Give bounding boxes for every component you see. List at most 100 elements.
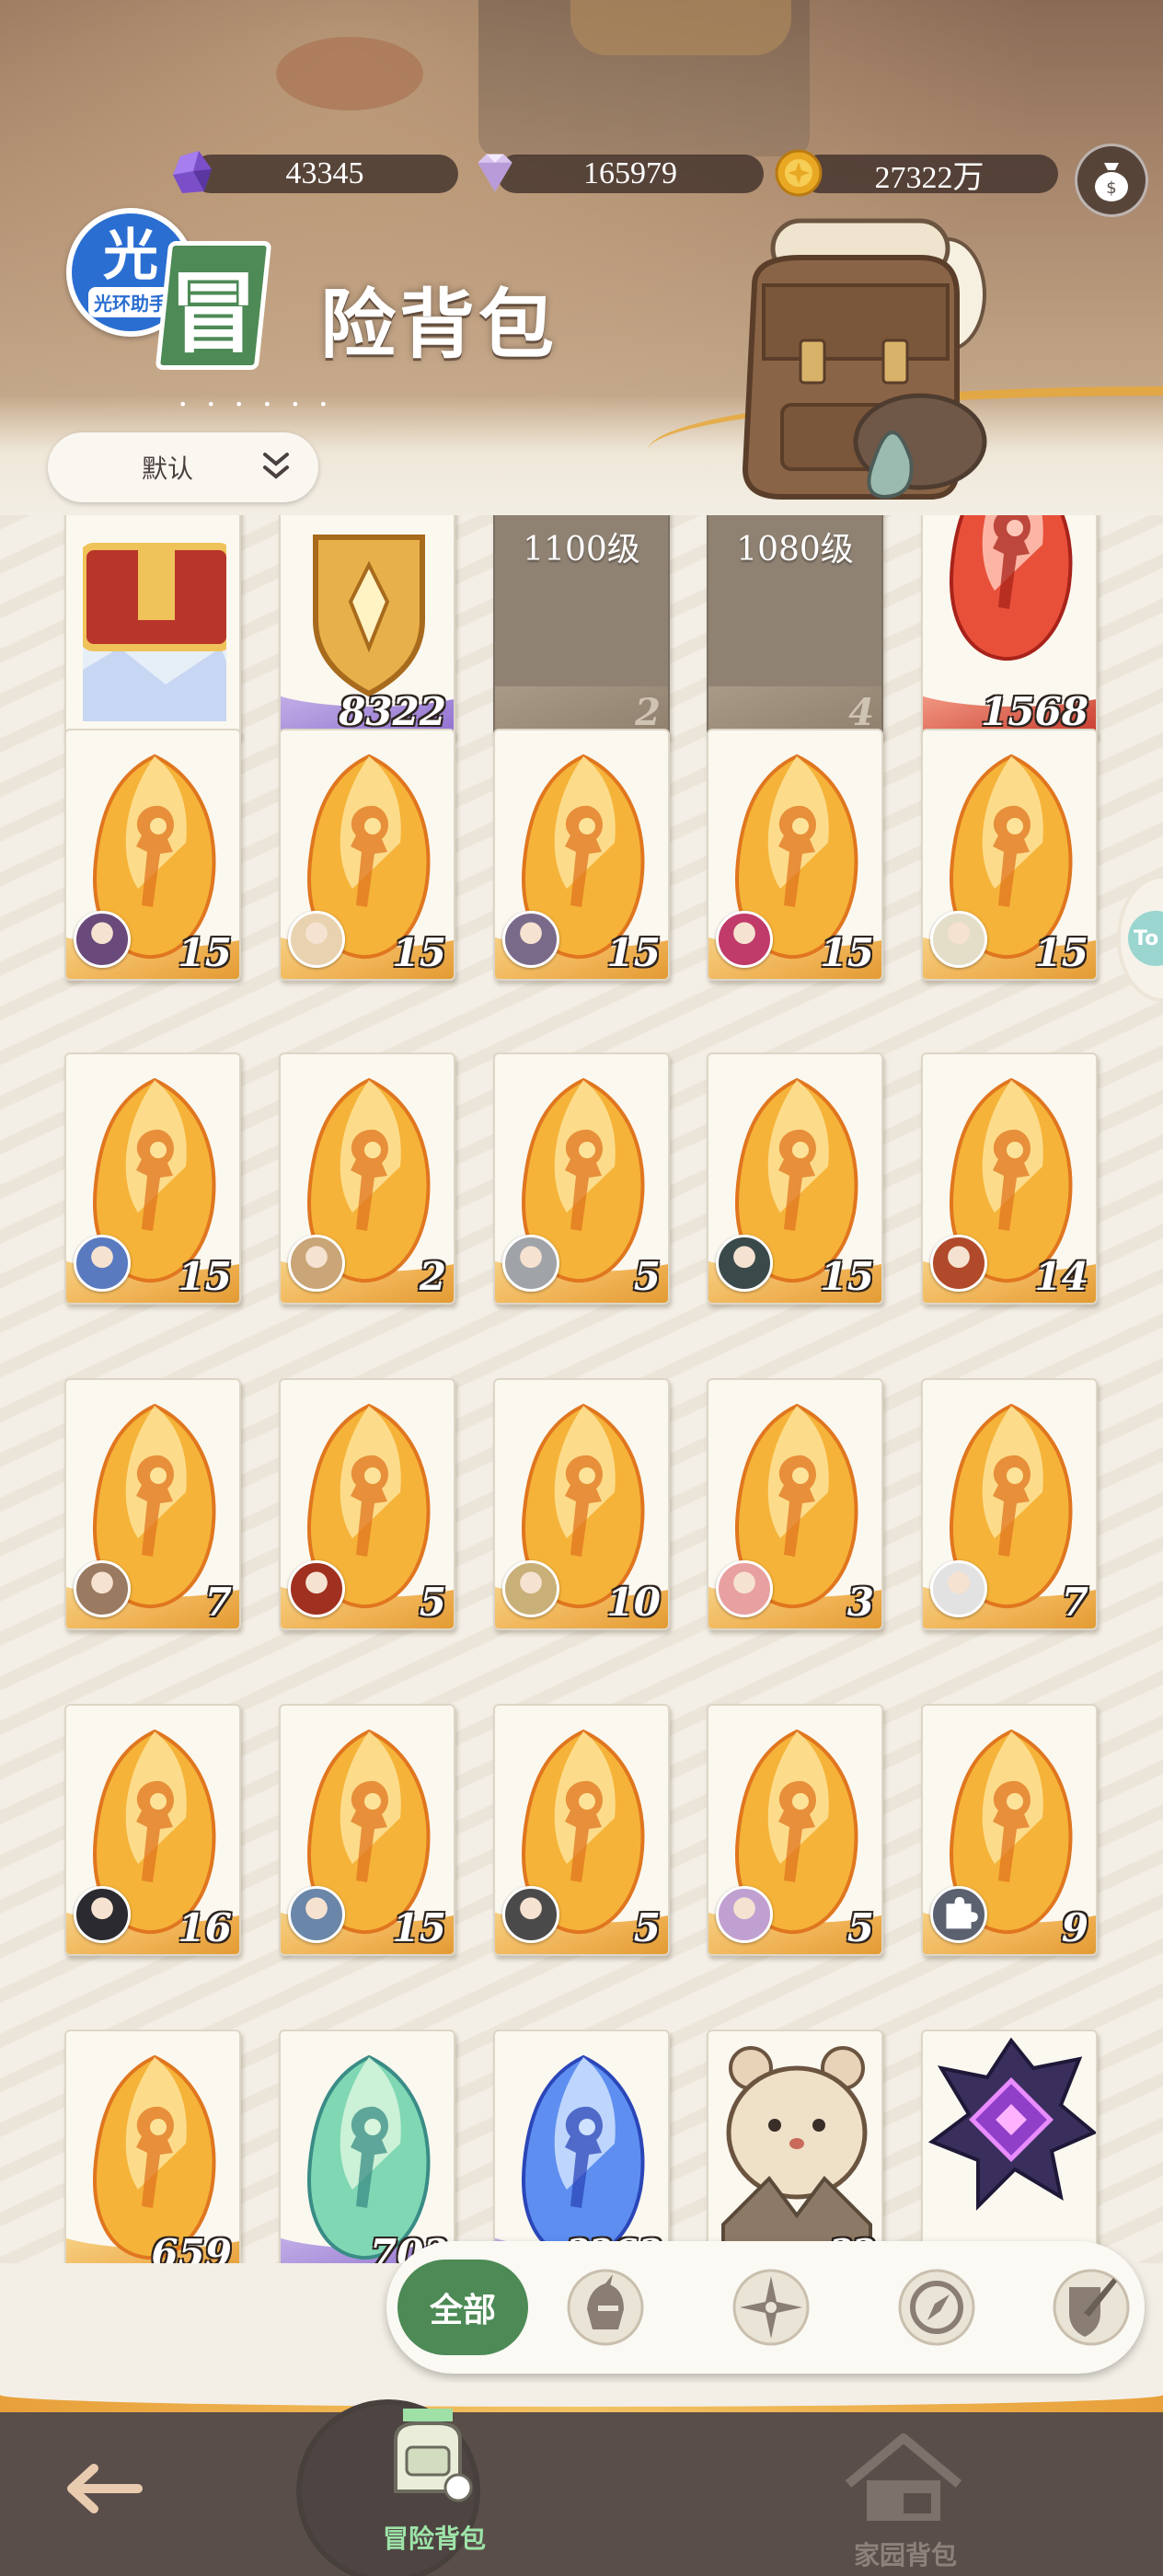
- page-title: 险背包: [320, 281, 558, 369]
- item-count: 9: [1061, 1905, 1088, 1950]
- purple-crystal-icon: [167, 147, 219, 199]
- compass-icon[interactable]: [894, 2265, 979, 2350]
- item-card[interactable]: 16: [64, 1704, 241, 1956]
- item-count: 15: [820, 930, 874, 975]
- item-card[interactable]: 1100级 2: [493, 515, 670, 740]
- nav-home-tab[interactable]: 家园背包: [828, 2410, 994, 2576]
- item-card[interactable]: 15: [64, 729, 241, 981]
- nav-backpack-tab[interactable]: 冒险背包: [350, 2392, 534, 2576]
- item-count: 5: [633, 1905, 661, 1950]
- currency-purple-crystal-value: 43345: [285, 156, 364, 190]
- item-card[interactable]: [921, 2030, 1098, 2263]
- back-arrow-icon[interactable]: [55, 2452, 147, 2525]
- item-count: 3: [846, 1580, 874, 1625]
- nav-backpack-label: 冒险背包: [383, 2524, 487, 2554]
- nav-home-label: 家园背包: [854, 2540, 958, 2570]
- home-icon: [845, 2433, 962, 2521]
- category-filter-bar: 全部: [386, 2241, 1145, 2374]
- item-card[interactable]: 15: [707, 729, 883, 981]
- item-card[interactable]: 9: [921, 1704, 1098, 1956]
- hero-avatar: [288, 1560, 345, 1617]
- item-count: 4: [848, 691, 874, 734]
- item-count: 14: [1034, 1254, 1088, 1299]
- item-card[interactable]: ??6?: [493, 2030, 670, 2263]
- hero-avatar: [74, 1886, 131, 1943]
- item-card[interactable]: 15: [921, 729, 1098, 981]
- hero-avatar: [502, 1560, 559, 1617]
- item-card[interactable]: 7: [64, 1378, 241, 1630]
- hero-avatar: [716, 1886, 773, 1943]
- backpack-illustration: [742, 218, 987, 500]
- item-count: 2: [419, 1254, 446, 1299]
- item-card[interactable]: 14: [921, 1052, 1098, 1305]
- hero-avatar: [74, 1235, 131, 1292]
- item-card[interactable]: 1080级 4: [707, 515, 883, 740]
- hero-avatar: [716, 1235, 773, 1292]
- sort-dropdown[interactable]: 默认: [48, 432, 318, 502]
- filter-all-button[interactable]: 全部: [397, 2260, 528, 2355]
- item-card[interactable]: 15: [279, 729, 455, 981]
- item-card[interactable]: 1568: [921, 515, 1098, 740]
- item-count: 2: [635, 691, 661, 734]
- item-card[interactable]: 15: [493, 729, 670, 981]
- item-card[interactable]: 15: [64, 1052, 241, 1305]
- knight-helmet-icon[interactable]: [563, 2265, 648, 2350]
- treasure-chest-icon: [83, 543, 226, 721]
- hero-avatar: [74, 1560, 131, 1617]
- item-count: 8322: [339, 689, 446, 734]
- item-card[interactable]: 15: [279, 1704, 455, 1956]
- currency-diamond: 165979: [497, 155, 764, 193]
- item-grid: 8322 1100级 2 1080级 4 1568 15 15 15 15 15 15 2 5 15 14 7 5…: [0, 515, 1163, 2263]
- item-count: 659: [151, 2231, 232, 2263]
- item-count: 5: [419, 1580, 446, 1625]
- item-card[interactable]: 5: [707, 1704, 883, 1956]
- currency-gold: 27322万: [800, 155, 1058, 195]
- puzzle-piece-icon: [930, 1886, 987, 1943]
- item-count: 15: [392, 930, 446, 975]
- item-count: 10: [606, 1580, 661, 1625]
- item-level: 1100级: [523, 531, 640, 569]
- item-count: 15: [178, 930, 232, 975]
- item-card[interactable]: 5: [493, 1052, 670, 1305]
- item-card[interactable]: 659: [64, 2030, 241, 2263]
- item-card[interactable]: 5: [493, 1704, 670, 1956]
- item-count: 15: [606, 930, 661, 975]
- scene-roof: [570, 0, 791, 55]
- svg-text:$: $: [1106, 178, 1116, 198]
- item-count: 5: [633, 1254, 661, 1299]
- page-title-first-char-box: 冒: [155, 241, 272, 370]
- item-card[interactable]: [64, 515, 241, 740]
- item-level: 1080级: [736, 531, 854, 569]
- hamster-companion-icon: [721, 2046, 872, 2263]
- scene-bush: [276, 37, 423, 110]
- diamond-icon: [469, 147, 521, 199]
- money-bag-button[interactable]: $: [1075, 144, 1148, 217]
- item-card[interactable]: 2: [279, 1052, 455, 1305]
- item-count: 15: [178, 1254, 232, 1299]
- hero-avatar: [288, 1886, 345, 1943]
- item-count: 16: [178, 1905, 232, 1950]
- item-card[interactable]: 8322: [279, 515, 455, 740]
- hero-avatar: [930, 1235, 987, 1292]
- item-card[interactable]: 5: [279, 1378, 455, 1630]
- item-card[interactable]: 3: [707, 1378, 883, 1630]
- item-count: 1568: [981, 689, 1088, 734]
- item-count: 15: [1034, 930, 1088, 975]
- item-count: 7: [204, 1580, 232, 1625]
- item-card[interactable]: 70?: [279, 2030, 455, 2263]
- item-card[interactable]: 15: [707, 1052, 883, 1305]
- item-card[interactable]: ??: [707, 2030, 883, 2263]
- sword-shield-icon[interactable]: [1049, 2265, 1134, 2350]
- hero-avatar: [930, 1560, 987, 1617]
- item-count: 7: [1061, 1580, 1088, 1625]
- currency-gold-value: 27322万: [874, 160, 985, 195]
- sort-dropdown-label: 默认: [142, 454, 194, 484]
- dark-crystal-icon: [927, 2037, 1096, 2211]
- currency-purple-crystal: 43345: [191, 155, 458, 193]
- item-card[interactable]: 7: [921, 1378, 1098, 1630]
- double-chevron-down-icon: [263, 453, 289, 479]
- hero-avatar: [288, 911, 345, 968]
- compass-star-icon[interactable]: [729, 2265, 813, 2350]
- red-shard-icon: [939, 515, 1083, 664]
- item-card[interactable]: 10: [493, 1378, 670, 1630]
